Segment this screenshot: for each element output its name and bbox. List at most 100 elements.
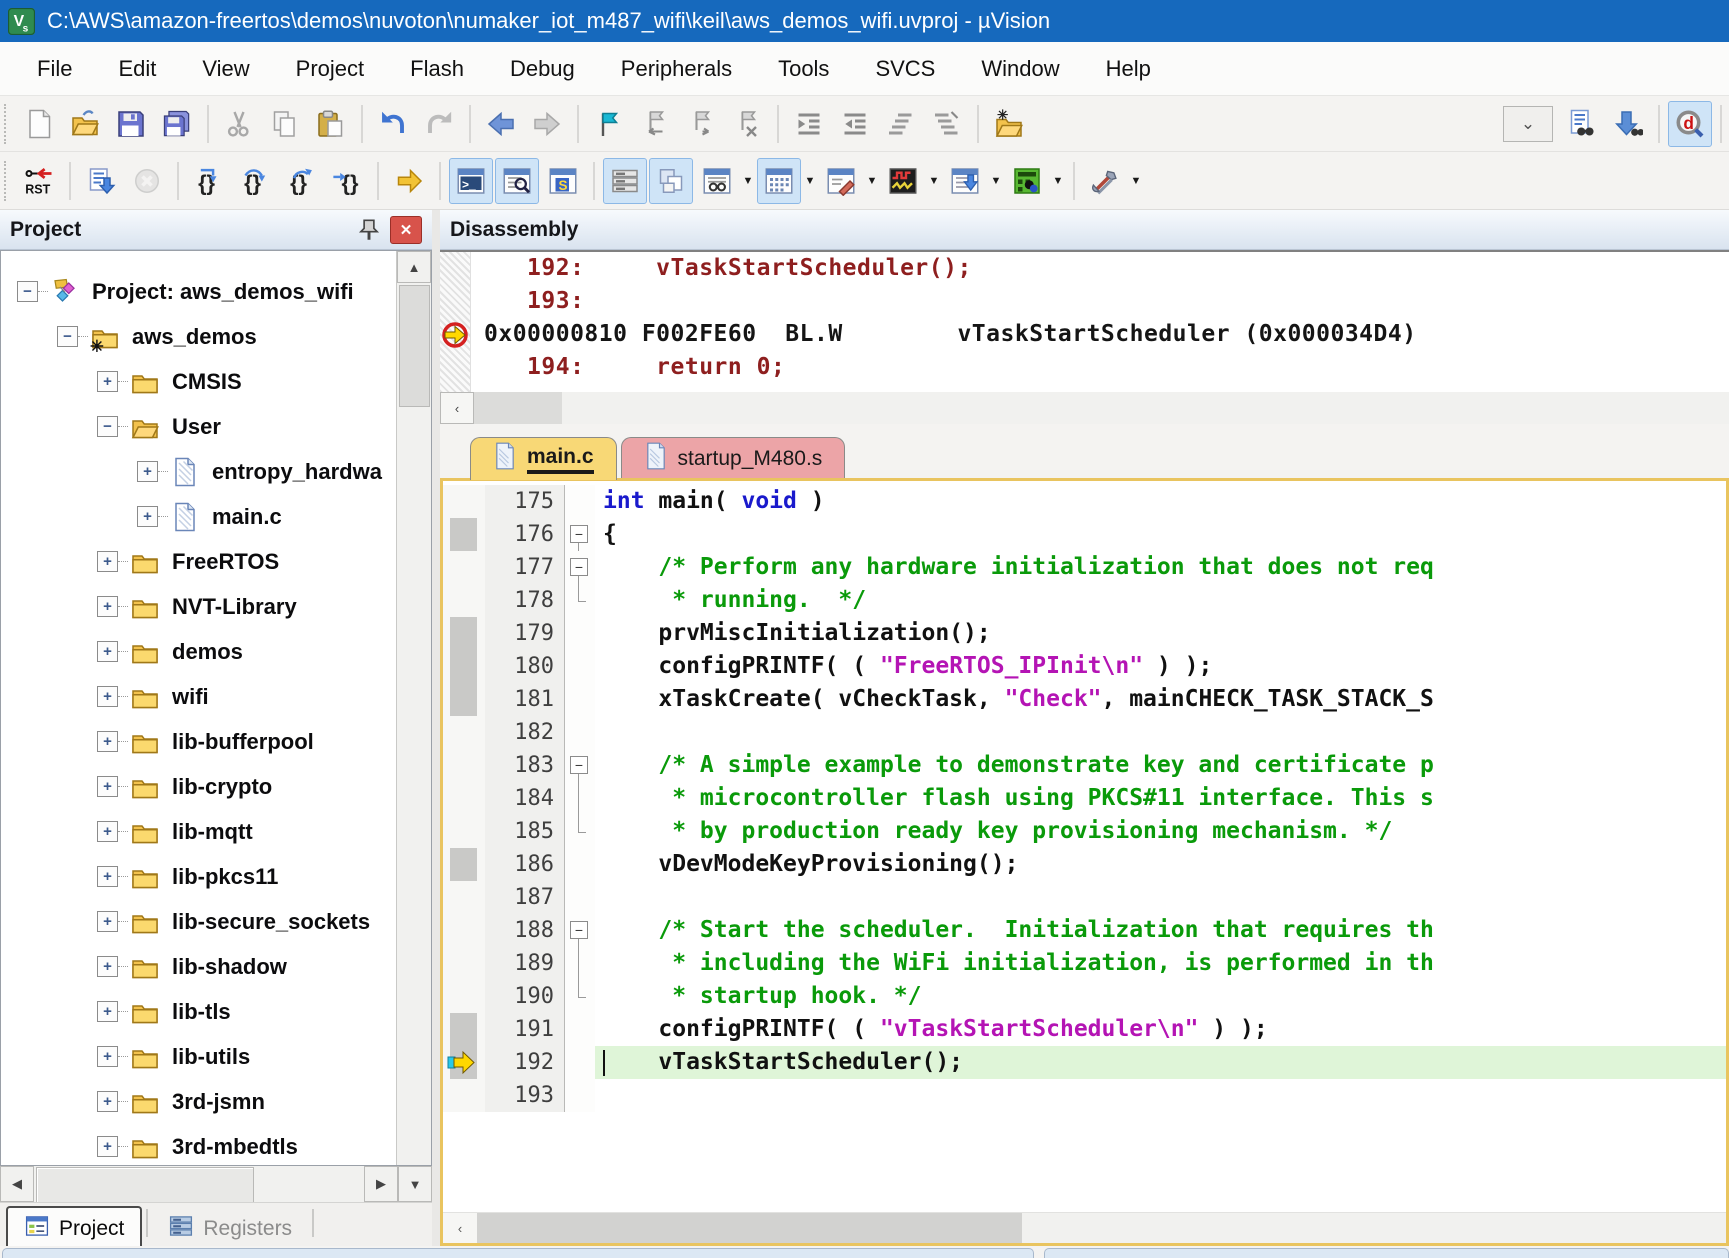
redo-icon[interactable] <box>417 101 461 147</box>
expand-plus-icon[interactable]: + <box>97 686 118 707</box>
code-text[interactable] <box>595 881 1726 914</box>
scroll-left-icon[interactable]: ‹ <box>440 392 474 424</box>
editor-line-191[interactable]: 191 configPRINTF( ( "vTaskStartScheduler… <box>443 1013 1726 1046</box>
unindent-icon[interactable] <box>833 101 877 147</box>
code-text[interactable]: * startup hook. */ <box>595 980 1726 1013</box>
collapse-minus-icon[interactable]: − <box>57 326 78 347</box>
fold-column[interactable] <box>565 848 595 881</box>
expand-plus-icon[interactable]: + <box>97 1091 118 1112</box>
editor-margin[interactable] <box>443 881 485 914</box>
toolbox-dropdown-icon[interactable]: ▼ <box>1128 175 1144 187</box>
scroll-up-icon[interactable]: ▲ <box>397 251 431 283</box>
editor-margin[interactable] <box>443 518 485 551</box>
tree-item-lib-tls[interactable]: +lib-tls <box>1 989 397 1034</box>
disassembly-horizontal-scrollbar[interactable]: ‹ <box>440 392 1729 424</box>
expand-plus-icon[interactable]: + <box>97 551 118 572</box>
editor-margin[interactable] <box>443 683 485 716</box>
tree-item-lib-mqtt[interactable]: +lib-mqtt <box>1 809 397 854</box>
scroll-left-icon[interactable]: ◀ <box>0 1166 34 1202</box>
editor-margin[interactable] <box>443 551 485 584</box>
analysis-window-dropdown-icon[interactable]: ▼ <box>926 175 942 187</box>
fold-collapse-icon[interactable]: − <box>570 558 588 576</box>
fold-column[interactable]: − <box>565 518 595 551</box>
scroll-right-icon[interactable]: ▶ <box>364 1166 398 1202</box>
uncomment-icon[interactable] <box>925 101 969 147</box>
fold-column[interactable]: − <box>565 914 595 947</box>
tree-vertical-scrollbar[interactable]: ▲ <box>396 251 431 1165</box>
collapse-minus-icon[interactable]: − <box>97 416 118 437</box>
fold-collapse-icon[interactable]: − <box>570 756 588 774</box>
tree-item-user[interactable]: −User <box>1 404 397 449</box>
editor-line-180[interactable]: 180 configPRINTF( ( "FreeRTOS_IPInit\n" … <box>443 650 1726 683</box>
disassembly-line[interactable]: 0x00000810 F002FE60 BL.W vTaskStartSched… <box>440 318 1729 351</box>
tree-item-lib-bufferpool[interactable]: +lib-bufferpool <box>1 719 397 764</box>
fold-column[interactable]: − <box>565 551 595 584</box>
fold-column[interactable] <box>565 1079 595 1112</box>
paste-icon[interactable] <box>309 101 353 147</box>
panel-tab-registers[interactable]: Registers <box>152 1208 308 1250</box>
run-to-line-icon[interactable]: {} <box>325 158 369 204</box>
copy-icon[interactable] <box>263 101 307 147</box>
expand-plus-icon[interactable]: + <box>97 956 118 977</box>
trace-window-dropdown-icon[interactable]: ▼ <box>988 175 1004 187</box>
editor-margin[interactable] <box>443 716 485 749</box>
menu-flash[interactable]: Flash <box>387 56 487 82</box>
panel-splitter[interactable] <box>432 210 440 1258</box>
expand-plus-icon[interactable]: + <box>97 731 118 752</box>
expand-plus-icon[interactable]: + <box>97 371 118 392</box>
editor-margin[interactable] <box>443 947 485 980</box>
tree-item-3rd-mbedtls[interactable]: +3rd-mbedtls <box>1 1124 397 1165</box>
editor-margin[interactable] <box>443 1046 485 1079</box>
fold-collapse-icon[interactable]: − <box>570 525 588 543</box>
editor-line-185[interactable]: 185 * by production ready key provisioni… <box>443 815 1726 848</box>
nav-back-icon[interactable] <box>479 101 523 147</box>
search-combo[interactable]: ⌄ <box>1503 106 1553 142</box>
fold-column[interactable] <box>565 980 595 1013</box>
scrollbar-thumb[interactable] <box>474 392 562 424</box>
bookmark-prev-icon[interactable] <box>633 101 677 147</box>
find-doc-icon[interactable] <box>1560 101 1604 147</box>
toolbar-drag-handle[interactable] <box>4 104 16 144</box>
step-over-icon[interactable]: {} <box>233 158 277 204</box>
tree-item-lib-crypto[interactable]: +lib-crypto <box>1 764 397 809</box>
editor-line-175[interactable]: 175int main( void ) <box>443 485 1726 518</box>
toolbox-icon[interactable] <box>1083 158 1127 204</box>
code-text[interactable]: xTaskCreate( vCheckTask, "Check", mainCH… <box>595 683 1726 716</box>
editor-line-181[interactable]: 181 xTaskCreate( vCheckTask, "Check", ma… <box>443 683 1726 716</box>
menu-edit[interactable]: Edit <box>95 56 179 82</box>
bookmark-next-icon[interactable] <box>679 101 723 147</box>
expand-plus-icon[interactable]: + <box>97 641 118 662</box>
system-viewer-dropdown-icon[interactable]: ▼ <box>1050 175 1066 187</box>
editor-margin[interactable] <box>443 650 485 683</box>
editor-line-189[interactable]: 189 * including the WiFi initialization,… <box>443 947 1726 980</box>
analysis-window-icon[interactable] <box>881 158 925 204</box>
editor-margin[interactable] <box>443 914 485 947</box>
editor-line-176[interactable]: 176−{ <box>443 518 1726 551</box>
menu-debug[interactable]: Debug <box>487 56 598 82</box>
fold-column[interactable] <box>565 683 595 716</box>
editor-horizontal-scrollbar[interactable]: ‹ <box>443 1212 1726 1243</box>
fold-column[interactable] <box>565 485 595 518</box>
disassembly-line[interactable]: 192: vTaskStartScheduler(); <box>440 252 1729 285</box>
serial-window-icon[interactable] <box>819 158 863 204</box>
fold-column[interactable] <box>565 1046 595 1079</box>
editor-line-186[interactable]: 186 vDevModeKeyProvisioning(); <box>443 848 1726 881</box>
editor-line-190[interactable]: 190 * startup hook. */ <box>443 980 1726 1013</box>
scrollbar-thumb[interactable] <box>36 1167 254 1203</box>
close-panel-icon[interactable]: ✕ <box>390 216 422 244</box>
step-out-icon[interactable]: {} <box>279 158 323 204</box>
code-text[interactable]: * by production ready key provisioning m… <box>595 815 1726 848</box>
tree-item-wifi[interactable]: +wifi <box>1 674 397 719</box>
scrollbar-thumb[interactable] <box>399 285 430 407</box>
find-in-files-folder-icon[interactable]: ✳ <box>987 101 1031 147</box>
editor-margin[interactable] <box>443 485 485 518</box>
watch-window-icon[interactable] <box>695 158 739 204</box>
editor-line-192[interactable]: 192 vTaskStartScheduler(); <box>443 1046 1726 1079</box>
tree-item-lib-utils[interactable]: +lib-utils <box>1 1034 397 1079</box>
editor-tab-startup-m480-s[interactable]: startup_M480.s <box>621 437 846 480</box>
save-all-icon[interactable] <box>155 101 199 147</box>
pin-icon[interactable] <box>356 217 382 243</box>
code-text[interactable] <box>595 1079 1726 1112</box>
tree-item-aws-demos[interactable]: −✳aws_demos <box>1 314 397 359</box>
menu-svcs[interactable]: SVCS <box>852 56 958 82</box>
